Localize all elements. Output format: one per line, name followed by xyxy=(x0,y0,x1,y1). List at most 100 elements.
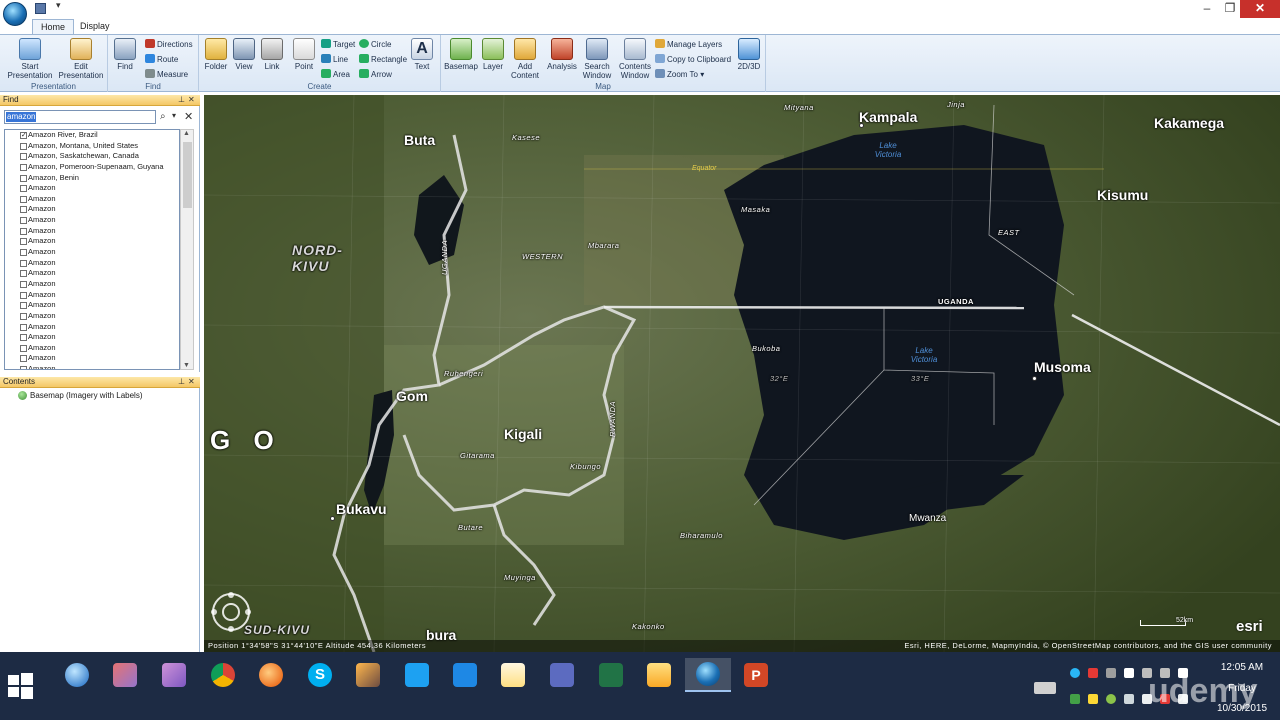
find-result-item[interactable]: Amazon, Benin xyxy=(5,173,179,184)
text-button[interactable]: A Text xyxy=(409,38,435,71)
folder-button[interactable]: Folder xyxy=(203,38,229,71)
taskbar-file-explorer[interactable] xyxy=(636,658,682,692)
area-button[interactable]: Area xyxy=(321,69,350,80)
find-result-item[interactable]: ✓ Amazon River, Brazil xyxy=(5,130,179,141)
pin-icon[interactable]: ⊥ xyxy=(178,377,185,387)
find-result-item[interactable]: Amazon, Saskatchewan, Canada xyxy=(5,151,179,162)
line-button[interactable]: Line xyxy=(321,54,348,65)
find-button[interactable]: Find xyxy=(112,38,138,71)
tray-icon[interactable] xyxy=(1088,668,1098,678)
basemap-layer-item[interactable]: Basemap (Imagery with Labels) xyxy=(30,391,143,400)
find-result-item[interactable]: Amazon xyxy=(5,215,179,226)
result-checkbox[interactable] xyxy=(20,163,27,171)
search-window-button[interactable]: Search Window xyxy=(579,38,615,80)
pin-icon[interactable]: ⊥ xyxy=(178,95,185,105)
taskbar-photos-2[interactable] xyxy=(151,658,197,692)
navigation-control-icon[interactable] xyxy=(210,591,252,633)
scrollbar-thumb[interactable] xyxy=(183,142,192,208)
taskbar-calendar[interactable] xyxy=(539,658,585,692)
result-checkbox[interactable] xyxy=(20,153,27,161)
taskbar-photos-1[interactable] xyxy=(102,658,148,692)
result-checkbox[interactable] xyxy=(20,259,27,267)
tray-icon[interactable] xyxy=(1106,694,1116,704)
tab-home[interactable]: Home xyxy=(32,19,75,34)
route-button[interactable]: Route xyxy=(145,54,178,65)
tray-icon[interactable] xyxy=(1124,668,1134,678)
result-checkbox[interactable] xyxy=(20,344,27,352)
layer-button[interactable]: Layer xyxy=(479,38,507,71)
find-result-item[interactable]: Amazon xyxy=(5,290,179,301)
close-button[interactable]: ✕ xyxy=(1240,0,1280,18)
find-result-item[interactable]: Amazon xyxy=(5,279,179,290)
taskbar-twitter[interactable] xyxy=(394,658,440,692)
result-checkbox[interactable] xyxy=(20,312,27,320)
taskbar-app-6[interactable] xyxy=(345,658,391,692)
analysis-button[interactable]: Analysis xyxy=(545,38,579,71)
result-checkbox[interactable] xyxy=(20,142,27,150)
tray-icon[interactable] xyxy=(1088,694,1098,704)
find-result-item[interactable]: Amazon xyxy=(5,204,179,215)
clock-date[interactable]: 10/30/2015 xyxy=(1212,703,1272,714)
point-button[interactable]: Point xyxy=(291,38,317,71)
find-result-item[interactable]: Amazon xyxy=(5,236,179,247)
arrow-button[interactable]: Arrow xyxy=(359,69,392,80)
windows-start-icon[interactable] xyxy=(6,672,34,700)
scroll-up-icon[interactable]: ▲ xyxy=(183,130,190,137)
result-checkbox[interactable] xyxy=(20,355,27,363)
directions-button[interactable]: Directions xyxy=(145,39,193,50)
result-checkbox[interactable] xyxy=(20,238,27,246)
circle-button[interactable]: Circle xyxy=(359,39,391,50)
measure-button[interactable]: Measure xyxy=(145,69,188,80)
zoom-to-button[interactable]: Zoom To ▾ xyxy=(655,69,704,80)
result-checkbox[interactable] xyxy=(20,302,27,310)
taskbar-powerpoint[interactable]: P xyxy=(733,658,779,692)
find-result-item[interactable]: Amazon xyxy=(5,300,179,311)
tab-display[interactable]: Display xyxy=(72,19,118,34)
find-result-item[interactable]: Amazon, Pomeroon-Supenaam, Guyana xyxy=(5,162,179,173)
result-checkbox[interactable] xyxy=(20,185,27,193)
find-result-item[interactable]: Amazon xyxy=(5,364,179,369)
add-content-button[interactable]: Add Content xyxy=(507,38,543,80)
result-checkbox[interactable] xyxy=(20,249,27,257)
result-checkbox[interactable]: ✓ xyxy=(20,132,27,139)
results-scrollbar[interactable]: ▲ ▼ xyxy=(180,129,194,370)
clear-icon[interactable]: ✕ xyxy=(184,110,193,123)
rectangle-button[interactable]: Rectangle xyxy=(359,54,407,65)
taskbar-arcgis-explorer[interactable] xyxy=(685,658,731,692)
tray-icon[interactable] xyxy=(1124,694,1134,704)
find-result-item[interactable]: Amazon xyxy=(5,268,179,279)
application-menu-button[interactable] xyxy=(3,2,27,26)
target-button[interactable]: Target xyxy=(321,39,355,50)
chevron-down-icon[interactable]: ▾ xyxy=(172,111,176,120)
find-result-item[interactable]: Amazon xyxy=(5,183,179,194)
tray-icon[interactable] xyxy=(1106,668,1116,678)
search-icon[interactable]: ⌕ xyxy=(160,111,166,122)
taskbar-weather[interactable] xyxy=(442,658,488,692)
find-result-item[interactable]: Amazon xyxy=(5,332,179,343)
manage-layers-button[interactable]: Manage Layers xyxy=(655,39,722,50)
clock-time[interactable]: 12:05 AM xyxy=(1212,662,1272,673)
clock-day[interactable]: Friday xyxy=(1212,683,1272,694)
result-checkbox[interactable] xyxy=(20,323,27,331)
result-checkbox[interactable] xyxy=(20,334,27,342)
keyboard-icon[interactable] xyxy=(1034,682,1056,694)
find-result-item[interactable]: Amazon xyxy=(5,258,179,269)
view-button[interactable]: View xyxy=(231,38,257,71)
save-icon[interactable] xyxy=(35,3,46,14)
find-result-item[interactable]: Amazon xyxy=(5,226,179,237)
tray-icon[interactable] xyxy=(1070,668,1080,678)
basemap-button[interactable]: Basemap xyxy=(443,38,479,71)
taskbar-documents[interactable] xyxy=(490,658,536,692)
close-panel-icon[interactable]: ✕ xyxy=(188,95,195,105)
result-checkbox[interactable] xyxy=(20,270,27,278)
taskbar-google-earth[interactable] xyxy=(54,658,100,692)
start-presentation-button[interactable]: Start Presentation xyxy=(4,38,56,80)
result-checkbox[interactable] xyxy=(20,217,27,225)
taskbar-excel[interactable] xyxy=(588,658,634,692)
find-result-item[interactable]: Amazon xyxy=(5,353,179,364)
result-checkbox[interactable] xyxy=(20,206,27,214)
find-result-item[interactable]: Amazon xyxy=(5,194,179,205)
result-checkbox[interactable] xyxy=(20,195,27,203)
result-checkbox[interactable] xyxy=(20,280,27,288)
taskbar-firefox[interactable] xyxy=(248,658,294,692)
